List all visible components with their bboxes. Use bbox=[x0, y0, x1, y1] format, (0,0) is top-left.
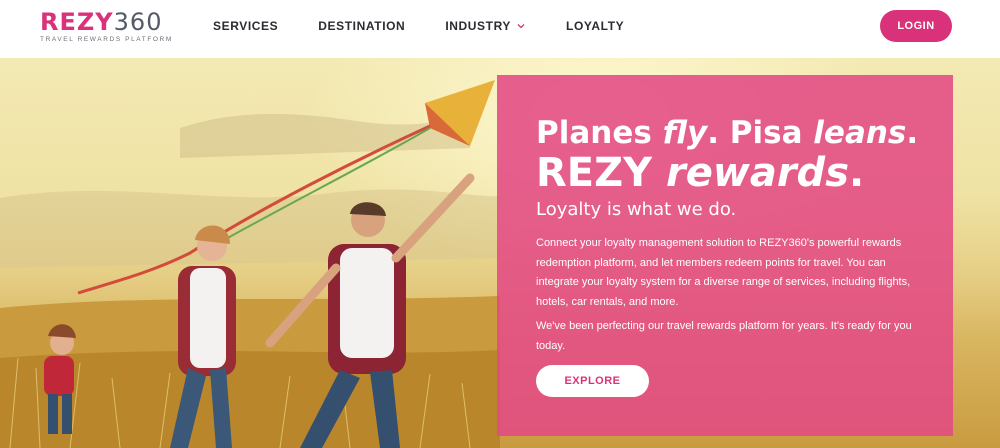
headline-text: fly bbox=[662, 115, 708, 151]
chevron-down-icon bbox=[517, 24, 525, 29]
headline-text: REZY bbox=[536, 150, 667, 196]
login-button[interactable]: LOGIN bbox=[880, 10, 952, 42]
rezy360-logo[interactable]: REZY360 TRAVEL REWARDS PLATFORM bbox=[40, 9, 180, 45]
site-header: REZY360 TRAVEL REWARDS PLATFORM SERVICES… bbox=[0, 0, 1000, 58]
hero-headline: Planes fly. Pisa leans. REZY rewards. bbox=[536, 115, 936, 195]
hero-promo-panel: Planes fly. Pisa leans. REZY rewards. Lo… bbox=[497, 75, 953, 436]
nav-services-label: SERVICES bbox=[213, 19, 279, 33]
nav-industry[interactable]: INDUSTRY bbox=[445, 19, 526, 33]
headline-text: . bbox=[906, 115, 919, 151]
headline-line-1: Planes fly. Pisa leans. bbox=[536, 115, 936, 151]
headline-text: leans bbox=[813, 115, 907, 151]
headline-text: Planes bbox=[536, 115, 663, 151]
logo-number: 360 bbox=[113, 8, 163, 36]
headline-line-2: REZY rewards. bbox=[536, 151, 936, 195]
hero-subheading: Loyalty is what we do. bbox=[536, 199, 737, 220]
hero-paragraph-1: Connect your loyalty management solution… bbox=[536, 237, 911, 308]
nav-loyalty[interactable]: LOYALTY bbox=[566, 19, 624, 33]
nav-destination-label: DESTINATION bbox=[318, 19, 406, 33]
headline-text: rewards bbox=[666, 150, 849, 196]
logo-tagline: TRAVEL REWARDS PLATFORM bbox=[40, 36, 173, 43]
main-nav: SERVICES DESTINATION INDUSTRY LOYALTY bbox=[213, 18, 664, 34]
hero-section: Planes fly. Pisa leans. REZY rewards. Lo… bbox=[0, 58, 1000, 448]
nav-services[interactable]: SERVICES bbox=[213, 19, 278, 33]
nav-loyalty-label: LOYALTY bbox=[566, 19, 625, 33]
hero-paragraph-2: We've been perfecting our travel rewards… bbox=[536, 320, 912, 352]
headline-text: . bbox=[849, 150, 865, 196]
logo-wordmark: REZY360 bbox=[40, 9, 180, 35]
nav-destination[interactable]: DESTINATION bbox=[318, 19, 405, 33]
nav-industry-label: INDUSTRY bbox=[445, 19, 512, 33]
headline-text: . Pisa bbox=[707, 115, 814, 151]
logo-brand: REZY bbox=[40, 8, 114, 36]
explore-button[interactable]: EXPLORE bbox=[536, 365, 649, 397]
